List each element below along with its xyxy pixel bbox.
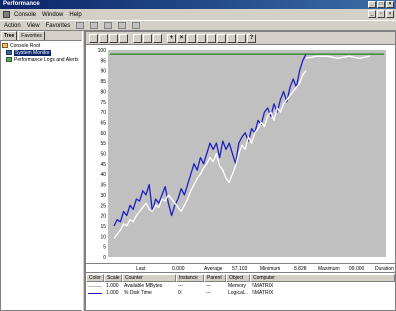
menu-bar: Console Window Help _ ▫ × bbox=[0, 9, 396, 20]
highlight-icon[interactable] bbox=[187, 33, 196, 43]
average-label: Average bbox=[204, 266, 223, 272]
add-counter-icon[interactable]: + bbox=[167, 33, 176, 43]
child-restore-button[interactable]: ▫ bbox=[377, 10, 385, 18]
perflog-icon bbox=[6, 57, 12, 62]
y-tick-label: 85 bbox=[100, 79, 106, 85]
y-tick-label: 80 bbox=[100, 89, 106, 95]
y-tick-label: 75 bbox=[100, 100, 106, 106]
col-color[interactable]: Color bbox=[86, 274, 104, 282]
up-icon[interactable] bbox=[104, 22, 113, 29]
menu-console[interactable]: Console bbox=[14, 12, 36, 18]
y-tick-label: 90 bbox=[100, 69, 106, 75]
menu-view[interactable]: View bbox=[27, 23, 40, 29]
clear-display-icon[interactable] bbox=[99, 33, 108, 43]
y-tick-label: 30 bbox=[100, 193, 106, 199]
statistics-bar: Last 0.000 Average 57.103 Minimum 8.828 … bbox=[86, 263, 395, 273]
app-icon[interactable] bbox=[3, 11, 10, 18]
window-title-bar: Performance _ □ × bbox=[0, 0, 396, 9]
help-icon[interactable]: ? bbox=[247, 33, 256, 43]
view-log-data-icon[interactable] bbox=[119, 33, 128, 43]
new-counter-set-icon[interactable] bbox=[89, 33, 98, 43]
tree-tabs: Tree Favorites bbox=[0, 31, 82, 40]
copy-properties-icon[interactable] bbox=[197, 33, 206, 43]
tree-item-system-monitor[interactable]: System Monitor bbox=[2, 49, 80, 56]
forward-icon[interactable] bbox=[90, 22, 99, 29]
y-tick-label: 65 bbox=[100, 120, 106, 126]
console-tree: Console Root System Monitor Performance … bbox=[0, 40, 82, 311]
monitor-icon bbox=[6, 50, 12, 55]
y-tick-label: 50 bbox=[100, 152, 106, 158]
last-label: Last bbox=[136, 266, 146, 272]
maximum-value: 99.000 bbox=[349, 266, 365, 272]
col-counter[interactable]: Counter bbox=[122, 274, 176, 282]
color-swatch-blue bbox=[88, 293, 102, 294]
help-icon[interactable] bbox=[132, 22, 141, 29]
chart-toolbar: + × ? bbox=[86, 32, 395, 45]
y-tick-label: 15 bbox=[100, 224, 106, 230]
minimize-button[interactable]: _ bbox=[368, 1, 376, 8]
menu-favorites[interactable]: Favorites bbox=[46, 23, 71, 29]
update-data-icon[interactable] bbox=[237, 33, 246, 43]
col-instance[interactable]: Instance bbox=[176, 274, 204, 282]
line-chart: 1009590858075706560555045403530252015105… bbox=[98, 48, 386, 261]
window-title: Performance bbox=[3, 1, 40, 7]
y-tick-label: 25 bbox=[100, 203, 106, 209]
y-tick-label: 100 bbox=[98, 48, 107, 54]
freeze-display-icon[interactable] bbox=[227, 33, 236, 43]
delete-counter-icon[interactable]: × bbox=[177, 33, 186, 43]
col-object[interactable]: Object bbox=[226, 274, 250, 282]
toolbar-separator bbox=[163, 33, 166, 43]
legend-row[interactable]: 1.000 Available MBytes --- --- Memory \\… bbox=[86, 283, 395, 290]
legend-header: Color Scale Counter Instance Parent Obje… bbox=[86, 274, 395, 282]
y-tick-label: 60 bbox=[100, 131, 106, 137]
child-close-button[interactable]: × bbox=[386, 10, 394, 18]
properties-icon[interactable] bbox=[217, 33, 226, 43]
view-histogram-icon[interactable] bbox=[143, 33, 152, 43]
average-value: 57.103 bbox=[232, 266, 248, 272]
menu-action[interactable]: Action bbox=[4, 23, 21, 29]
tab-tree[interactable]: Tree bbox=[1, 31, 18, 40]
tab-favorites[interactable]: Favorites bbox=[18, 31, 45, 40]
back-icon[interactable] bbox=[76, 22, 85, 29]
duration-label: Duration bbox=[375, 266, 394, 272]
maximum-label: Maximum bbox=[318, 266, 340, 272]
tree-item-performance-logs[interactable]: Performance Logs and Alerts bbox=[2, 56, 80, 63]
toolbar-separator bbox=[129, 33, 132, 43]
show-hide-tree-icon[interactable] bbox=[118, 22, 127, 29]
y-tick-label: 35 bbox=[100, 183, 106, 189]
col-scale[interactable]: Scale bbox=[104, 274, 122, 282]
y-tick-label: 55 bbox=[100, 141, 106, 147]
view-graph-icon[interactable] bbox=[133, 33, 142, 43]
legend-row[interactable]: 1.000 % Disk Time 0: --- Logical... \\MA… bbox=[86, 290, 395, 297]
view-current-activity-icon[interactable] bbox=[109, 33, 118, 43]
color-swatch-white bbox=[88, 286, 102, 287]
menu-window[interactable]: Window bbox=[42, 12, 63, 18]
view-report-icon[interactable] bbox=[153, 33, 162, 43]
system-monitor-pane: + × ? 100 95 90 85 80 75 70 65 60 55 50 45 40 35 30 25 2… bbox=[85, 31, 396, 311]
y-tick-label: 10 bbox=[100, 234, 106, 240]
col-computer[interactable]: Computer bbox=[250, 274, 395, 282]
plot-area bbox=[108, 50, 386, 257]
last-value: 0.000 bbox=[172, 266, 185, 272]
y-tick-label: 95 bbox=[100, 58, 106, 64]
folder-icon bbox=[2, 43, 8, 48]
y-tick-label: 5 bbox=[103, 245, 106, 251]
action-toolbar: Action View Favorites bbox=[0, 20, 396, 31]
close-button[interactable]: × bbox=[386, 1, 394, 8]
y-tick-label: 20 bbox=[100, 214, 106, 220]
tree-item-console-root[interactable]: Console Root bbox=[2, 42, 80, 49]
paste-counter-list-icon[interactable] bbox=[207, 33, 216, 43]
col-parent[interactable]: Parent bbox=[204, 274, 226, 282]
child-minimize-button[interactable]: _ bbox=[368, 10, 376, 18]
y-tick-label: 0 bbox=[103, 255, 106, 261]
maximize-button[interactable]: □ bbox=[377, 1, 385, 8]
menu-help[interactable]: Help bbox=[69, 12, 81, 18]
y-tick-label: 40 bbox=[100, 172, 106, 178]
y-tick-label: 70 bbox=[100, 110, 106, 116]
y-tick-label: 45 bbox=[100, 162, 106, 168]
performance-graph: 100 95 90 85 80 75 70 65 60 55 50 45 40 35 30 25 20 15 10 5… bbox=[86, 45, 395, 263]
minimum-label: Minimum bbox=[260, 266, 281, 272]
minimum-value: 8.828 bbox=[294, 266, 307, 272]
